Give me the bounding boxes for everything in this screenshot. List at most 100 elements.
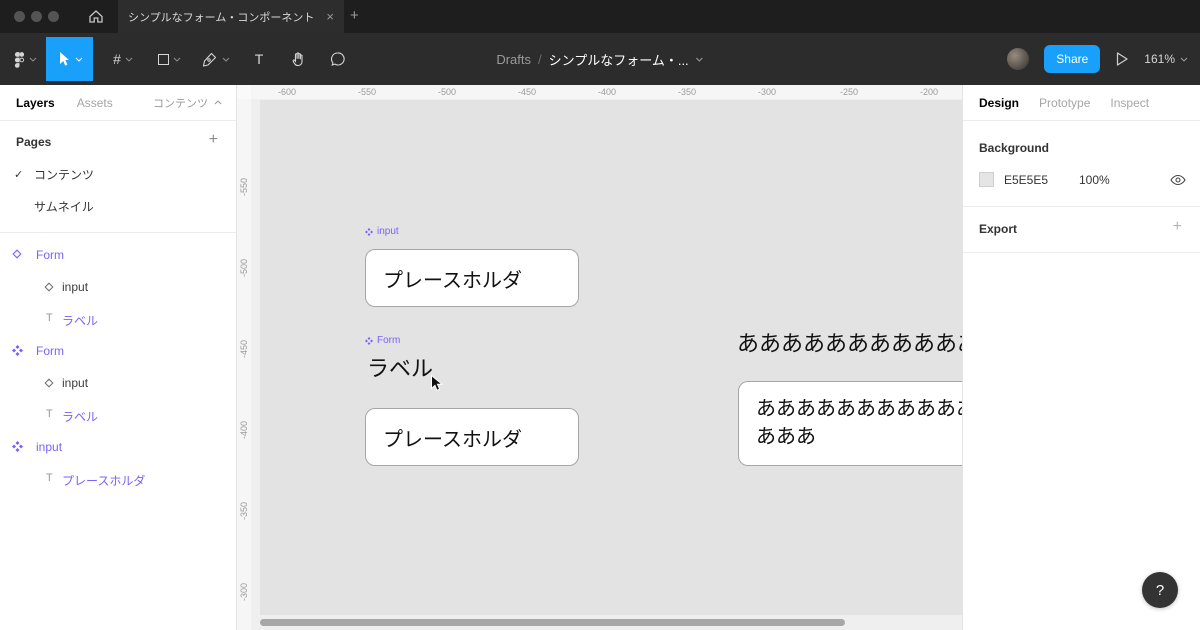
window-close-button[interactable] [14,11,25,22]
hand-tool-button[interactable] [284,33,314,85]
ruler-tick-label: -300 [239,583,249,602]
placeholder-text: プレースホルダ [383,269,522,292]
placeholder-text: プレースホルダ [383,428,522,451]
layer-row-input-component[interactable]: input [0,431,236,463]
overflow-line-2: あああ [756,426,816,448]
layer-label: ラベル [62,410,99,424]
pages-header: Pages [16,135,52,149]
shape-tool-button[interactable] [150,33,188,85]
divider [0,232,236,233]
comment-tool-button[interactable] [322,33,352,85]
hand-tool-icon [292,52,303,67]
ruler-tick-label: -600 [277,87,296,97]
ruler-tick-label: -400 [597,87,616,97]
layer-label: Form [36,344,64,358]
background-color-row: E5E5E5 100% [963,172,1200,190]
instance-diamond-icon [44,378,54,388]
canvas-input-field-2[interactable]: プレースホルダ [365,408,579,466]
window-minimize-button[interactable] [31,11,42,22]
background-section-header: Background [979,141,1050,155]
tab-layers[interactable]: Layers [16,96,55,110]
document-tab[interactable]: シンプルなフォーム・コンポーネント × [118,0,344,33]
frame-tool-icon: # [113,51,121,67]
canvas-frame-label-form[interactable]: Form [365,335,400,346]
ruler-tick-label: -450 [517,87,536,97]
ruler-tick-label: -350 [677,87,696,97]
page-selector[interactable]: コンテンツ [153,95,222,111]
layer-label: input [36,440,63,454]
ruler-tick-label: -350 [239,502,249,521]
new-tab-button[interactable]: + [350,7,359,24]
horizontal-scrollbar[interactable] [260,619,845,626]
chevron-down-icon [75,57,83,62]
canvas[interactable]: -600 -550 -500 -450 -400 -350 -300 -250 … [237,85,962,630]
component-icon [12,441,23,452]
tab-design[interactable]: Design [979,96,1019,110]
canvas-overflow-input-field[interactable]: あああああああああああああ あああ [738,381,962,466]
pen-tool-button[interactable] [197,33,235,85]
add-page-button[interactable]: + [209,131,218,149]
canvas-form-label-text[interactable]: ラベル [367,351,433,383]
window-zoom-button[interactable] [48,11,59,22]
toolbar-right-cluster: Share 161% [1007,33,1188,85]
ruler-tick-label: -550 [357,87,376,97]
background-hex-value[interactable]: E5E5E5 [1004,173,1048,187]
layer-row-form-component[interactable]: Form [0,335,236,367]
tab-assets[interactable]: Assets [77,96,113,110]
component-icon [365,227,373,236]
chevron-down-icon [222,57,230,62]
tab-inspect[interactable]: Inspect [1110,96,1149,110]
pen-tool-icon [202,52,217,67]
add-export-button[interactable]: + [1173,218,1182,236]
layer-row-placeholder-text[interactable]: T プレースホルダ [0,463,236,495]
chevron-down-icon[interactable] [696,57,704,62]
page-item-thumbnail[interactable]: サムネイル [0,192,236,220]
breadcrumb-drafts-link[interactable]: Drafts [496,52,531,67]
rectangle-tool-icon [157,53,169,65]
ruler-tick-label: -550 [239,178,249,197]
page-selector-label: コンテンツ [153,97,208,110]
tab-prototype[interactable]: Prototype [1039,96,1090,110]
help-question-icon: ? [1155,581,1165,599]
user-avatar[interactable] [1007,48,1030,70]
zoom-menu[interactable]: 161% [1144,52,1188,66]
layer-row-label-text[interactable]: T ラベル [0,399,236,431]
canvas-frame-label-input[interactable]: input [365,226,399,237]
visibility-eye-icon[interactable] [1170,174,1186,186]
ruler-tick-label: -400 [239,421,249,440]
divider [963,252,1200,253]
background-color-swatch[interactable] [979,172,994,187]
background-opacity-value[interactable]: 100% [1079,173,1110,187]
layer-row-input-instance[interactable]: input [0,271,236,303]
breadcrumb-file-name[interactable]: シンプルなフォーム・... [549,50,689,69]
text-layer-icon: T [46,312,53,324]
text-layer-icon: T [46,472,53,484]
tab-close-icon[interactable]: × [326,10,334,23]
frame-label-text: input [377,226,399,237]
text-tool-button[interactable]: T [246,33,272,85]
main-toolbar: # T Drafts / シンプルなフォーム・... Share 161% [0,33,1200,85]
chevron-down-icon [125,57,133,62]
breadcrumb-separator: / [537,51,542,67]
ruler-tick-label: -300 [757,87,776,97]
home-icon [89,10,103,23]
canvas-overflow-label-text[interactable]: ああああああああああああ [737,326,962,358]
layer-row-label-text[interactable]: T ラベル [0,303,236,335]
main-menu-button[interactable] [8,33,42,85]
home-button[interactable] [84,6,108,27]
help-button[interactable]: ? [1142,572,1178,608]
export-section-header: Export [979,222,1018,236]
move-tool-button[interactable] [46,37,93,81]
zoom-level: 161% [1144,52,1175,66]
layer-row-input-instance[interactable]: input [0,367,236,399]
page-item-contents[interactable]: ✓ コンテンツ [0,160,236,188]
present-play-icon[interactable] [1115,51,1129,67]
frame-tool-button[interactable]: # [104,33,142,85]
component-icon [12,345,23,356]
layer-row-form-instance[interactable]: Form [0,239,236,271]
document-tab-title: シンプルなフォーム・コンポーネント [128,11,315,24]
layer-label: Form [36,248,64,262]
right-panel-tabs: Design Prototype Inspect [963,85,1200,121]
share-button[interactable]: Share [1044,45,1101,73]
canvas-input-field-1[interactable]: プレースホルダ [365,249,579,307]
